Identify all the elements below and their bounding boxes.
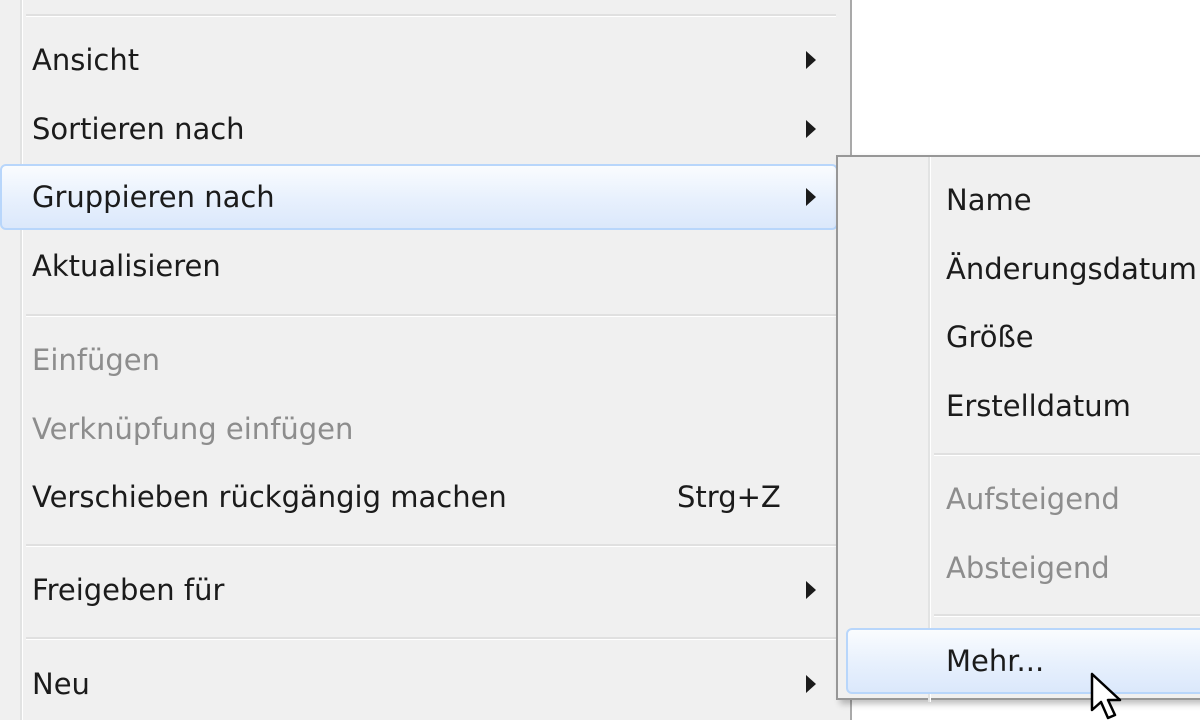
chevron-right-icon: [806, 51, 816, 69]
submenu-item-mehr[interactable]: Mehr...: [838, 628, 1200, 694]
submenu-item-label: Aufsteigend: [946, 482, 1120, 516]
menu-item-label: Gruppieren nach: [32, 180, 275, 214]
menu-item-shortcut: Strg+Z: [677, 480, 781, 514]
menu-item-ansicht[interactable]: Ansicht: [0, 27, 850, 93]
menu-item-verknuepfung-einfuegen[interactable]: Verknüpfung einfügen: [0, 396, 850, 462]
menu-item-sortieren-nach[interactable]: Sortieren nach: [0, 96, 850, 162]
submenu-item-label: Erstelldatum: [946, 389, 1131, 423]
submenu-item-label: Änderungsdatum: [946, 252, 1197, 286]
group-by-submenu: Name Änderungsdatum Größe Erstelldatum A…: [836, 155, 1200, 702]
menu-separator: [26, 314, 836, 317]
menu-item-label: Ansicht: [32, 43, 140, 77]
menu-separator: [26, 544, 836, 547]
submenu-item-label: Name: [946, 183, 1032, 217]
submenu-item-name[interactable]: Name: [838, 167, 1200, 233]
menu-item-label: Verschieben rückgängig machen: [32, 480, 507, 514]
submenu-item-erstelldatum[interactable]: Erstelldatum: [838, 373, 1200, 439]
submenu-item-label: Mehr...: [946, 644, 1045, 678]
menu-item-label: Verknüpfung einfügen: [32, 412, 354, 446]
menu-item-label: Freigeben für: [32, 573, 225, 607]
menu-item-label: Aktualisieren: [32, 249, 221, 283]
submenu-item-label: Größe: [946, 320, 1034, 354]
menu-item-label: Neu: [32, 667, 90, 701]
context-menu: Ansicht Sortieren nach Gruppieren nach A…: [0, 0, 852, 720]
submenu-item-label: Absteigend: [946, 551, 1110, 585]
menu-item-verschieben-rueckgaengig[interactable]: Verschieben rückgängig machen Strg+Z: [0, 464, 850, 530]
submenu-separator: [934, 614, 1200, 617]
menu-separator: [26, 14, 836, 17]
submenu-item-absteigend[interactable]: Absteigend: [838, 535, 1200, 601]
menu-item-freigeben-fuer[interactable]: Freigeben für: [0, 557, 850, 623]
menu-item-gruppieren-nach[interactable]: Gruppieren nach: [0, 164, 850, 230]
chevron-right-icon: [806, 188, 816, 206]
menu-item-label: Einfügen: [32, 343, 160, 377]
chevron-right-icon: [806, 675, 816, 693]
submenu-separator: [934, 453, 1200, 456]
submenu-item-aufsteigend[interactable]: Aufsteigend: [838, 466, 1200, 532]
menu-separator: [26, 637, 836, 640]
chevron-right-icon: [806, 120, 816, 138]
menu-item-einfuegen[interactable]: Einfügen: [0, 327, 850, 393]
chevron-right-icon: [806, 581, 816, 599]
menu-item-aktualisieren[interactable]: Aktualisieren: [0, 233, 850, 299]
submenu-item-groesse[interactable]: Größe: [838, 304, 1200, 370]
menu-item-label: Sortieren nach: [32, 112, 245, 146]
menu-item-neu[interactable]: Neu: [0, 651, 850, 717]
submenu-item-aenderungsdatum[interactable]: Änderungsdatum: [838, 236, 1200, 302]
mouse-pointer-icon: [1090, 672, 1122, 720]
